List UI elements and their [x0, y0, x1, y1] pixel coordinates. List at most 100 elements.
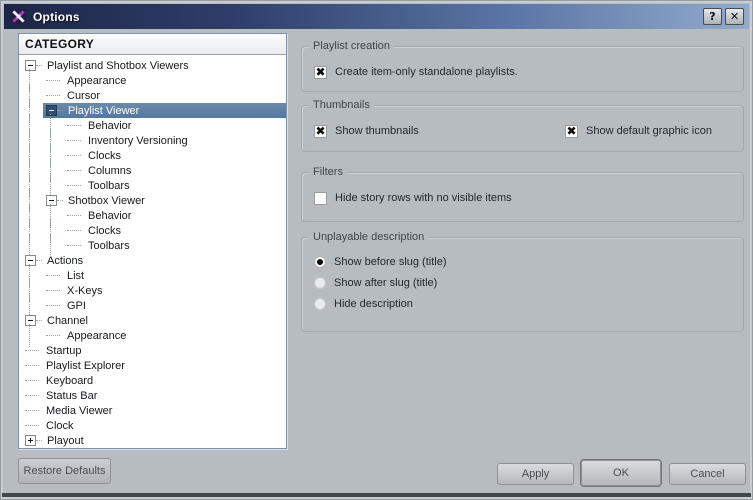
tree-indent-guide: [22, 279, 43, 302]
tree-item-row: Playout: [22, 433, 286, 448]
tree-item-gpi[interactable]: GPI: [19, 294, 286, 317]
tree-item-row: Actions: [22, 253, 286, 268]
tree-item-playlist-and-shotbox-viewers[interactable]: Playlist and Shotbox Viewers: [19, 58, 286, 73]
collapse-minus-icon[interactable]: [25, 60, 36, 71]
collapse-minus-icon[interactable]: [25, 255, 36, 266]
tree-item-clocks[interactable]: Clocks: [19, 219, 286, 242]
tree-item-shotbox-viewer[interactable]: Shotbox Viewer: [19, 189, 286, 212]
tree-item-row: Clock: [22, 418, 286, 433]
radio-unchecked-icon[interactable]: [314, 277, 326, 289]
collapse-minus-icon[interactable]: [25, 315, 36, 326]
tree-item-row: Toolbars: [64, 178, 286, 193]
tree-item-label: Behavior: [88, 119, 132, 132]
radio-hide-description[interactable]: Hide description: [314, 296, 735, 312]
tree-item-label: Behavior: [88, 209, 132, 222]
tree-indent-guide: [22, 204, 43, 227]
tree-item-label: Media Viewer: [46, 404, 113, 417]
apply-button[interactable]: Apply: [497, 463, 574, 485]
checkbox-create-item-only-standalone-playlists[interactable]: ✖ Create item-only standalone playlists.: [314, 64, 735, 80]
checkbox-unchecked-icon[interactable]: [314, 191, 327, 205]
tree-item-row: Toolbars: [64, 238, 286, 253]
radio-checked-icon[interactable]: [314, 256, 326, 268]
tree-item-playlist-explorer[interactable]: Playlist Explorer: [19, 358, 286, 373]
tree-item-x-keys[interactable]: X-Keys: [19, 279, 286, 302]
control-label: Show before slug (title): [334, 256, 447, 268]
category-tree[interactable]: Playlist and Shotbox Viewers Appearance Cu…: [19, 55, 286, 448]
tree-connector: [67, 154, 81, 157]
tree-connector: [36, 439, 42, 442]
tree-item-playout[interactable]: Playout: [19, 433, 286, 448]
tree-item-appearance[interactable]: Appearance: [19, 324, 286, 347]
tree-item-playlist-viewer[interactable]: Playlist Viewer: [19, 99, 286, 122]
radio-show-after-slug-title[interactable]: Show after slug (title): [314, 275, 735, 291]
tree-indent-guide: [22, 324, 43, 347]
collapse-minus-icon[interactable]: [46, 195, 57, 206]
tree-item-behavior[interactable]: Behavior: [19, 204, 286, 227]
tree-item-toolbars[interactable]: Toolbars: [19, 234, 286, 257]
tree-item-status-bar[interactable]: Status Bar: [19, 388, 286, 403]
tree-item-label: Playlist and Shotbox Viewers: [47, 59, 189, 72]
tree-item-label: Playout: [47, 434, 84, 447]
tree-item-label: GPI: [67, 299, 86, 312]
tree-connector: [57, 109, 63, 112]
tree-item-columns[interactable]: Columns: [19, 159, 286, 182]
help-button[interactable]: ?: [703, 8, 722, 25]
tree-item-row: Startup: [22, 343, 286, 358]
tree-indent-guide: [22, 294, 43, 317]
tree-indent-guide: [22, 219, 43, 242]
tree-item-list[interactable]: List: [19, 264, 286, 287]
window-bottom-frame: [2, 493, 751, 497]
tree-item-row: Shotbox Viewer: [43, 193, 286, 208]
tree-indent-guide: [22, 69, 43, 92]
tree-item-row: Media Viewer: [22, 403, 286, 418]
tree-item-actions[interactable]: Actions: [19, 253, 286, 268]
tree-connector: [46, 304, 60, 307]
checkbox-hide-story-rows-with-no-visible-items[interactable]: Hide story rows with no visible items: [314, 190, 735, 206]
tree-item-row: Playlist Explorer: [22, 358, 286, 373]
tree-item-startup[interactable]: Startup: [19, 343, 286, 358]
close-icon[interactable]: ✕: [725, 8, 744, 25]
tree-indent-guide: [22, 264, 43, 287]
tree-item-media-viewer[interactable]: Media Viewer: [19, 403, 286, 418]
tree-item-label: Toolbars: [88, 179, 130, 192]
tree-item-behavior[interactable]: Behavior: [19, 114, 286, 137]
tree-connector: [67, 214, 81, 217]
tree-indent-guide: [22, 99, 43, 122]
tree-item-cursor[interactable]: Cursor: [19, 84, 286, 107]
tree-connector: [67, 169, 81, 172]
tree-connector: [46, 94, 60, 97]
control-label: Show after slug (title): [334, 277, 438, 289]
tree-item-clocks[interactable]: Clocks: [19, 144, 286, 167]
tree-indent-guide: [22, 84, 43, 107]
tree-item-row: Columns: [64, 163, 286, 178]
tree-item-inventory-versioning[interactable]: Inventory Versioning: [19, 129, 286, 152]
cancel-button[interactable]: Cancel: [669, 463, 746, 485]
control-label: Hide description: [334, 298, 413, 310]
tree-item-label: List: [67, 269, 85, 282]
ok-button[interactable]: OK: [581, 460, 661, 486]
tree-item-appearance[interactable]: Appearance: [19, 69, 286, 92]
control-label: Create item-only standalone playlists.: [335, 66, 518, 78]
radio-show-before-slug-title[interactable]: Show before slug (title): [314, 254, 735, 270]
titlebar[interactable]: Options ? ✕: [4, 4, 749, 29]
collapse-minus-icon[interactable]: [46, 105, 57, 116]
restore-defaults-button[interactable]: Restore Defaults: [18, 458, 111, 484]
tree-item-toolbars[interactable]: Toolbars: [19, 174, 286, 197]
checkbox-checked-icon[interactable]: ✖: [565, 124, 578, 138]
tree-item-clock[interactable]: Clock: [19, 418, 286, 433]
window-title: Options: [33, 9, 80, 24]
radio-unchecked-icon[interactable]: [314, 298, 326, 310]
tree-connector: [67, 229, 81, 232]
tree-item-channel[interactable]: Channel: [19, 313, 286, 328]
tree-indent-guide: [22, 129, 43, 152]
checkbox-checked-icon[interactable]: ✖: [314, 124, 327, 138]
expand-plus-icon[interactable]: [25, 435, 36, 446]
category-panel: CATEGORY Playlist and Shotbox Viewers App…: [18, 33, 287, 449]
checkbox-show-thumbnails[interactable]: ✖ Show thumbnails: [314, 123, 565, 139]
tree-connector: [36, 319, 42, 322]
checkbox-checked-icon[interactable]: ✖: [314, 65, 327, 79]
tree-item-keyboard[interactable]: Keyboard: [19, 373, 286, 388]
checkbox-show-default-graphic-icon[interactable]: ✖ Show default graphic icon: [565, 123, 753, 139]
tree-connector: [25, 379, 39, 382]
tree-item-label: Inventory Versioning: [88, 134, 188, 147]
